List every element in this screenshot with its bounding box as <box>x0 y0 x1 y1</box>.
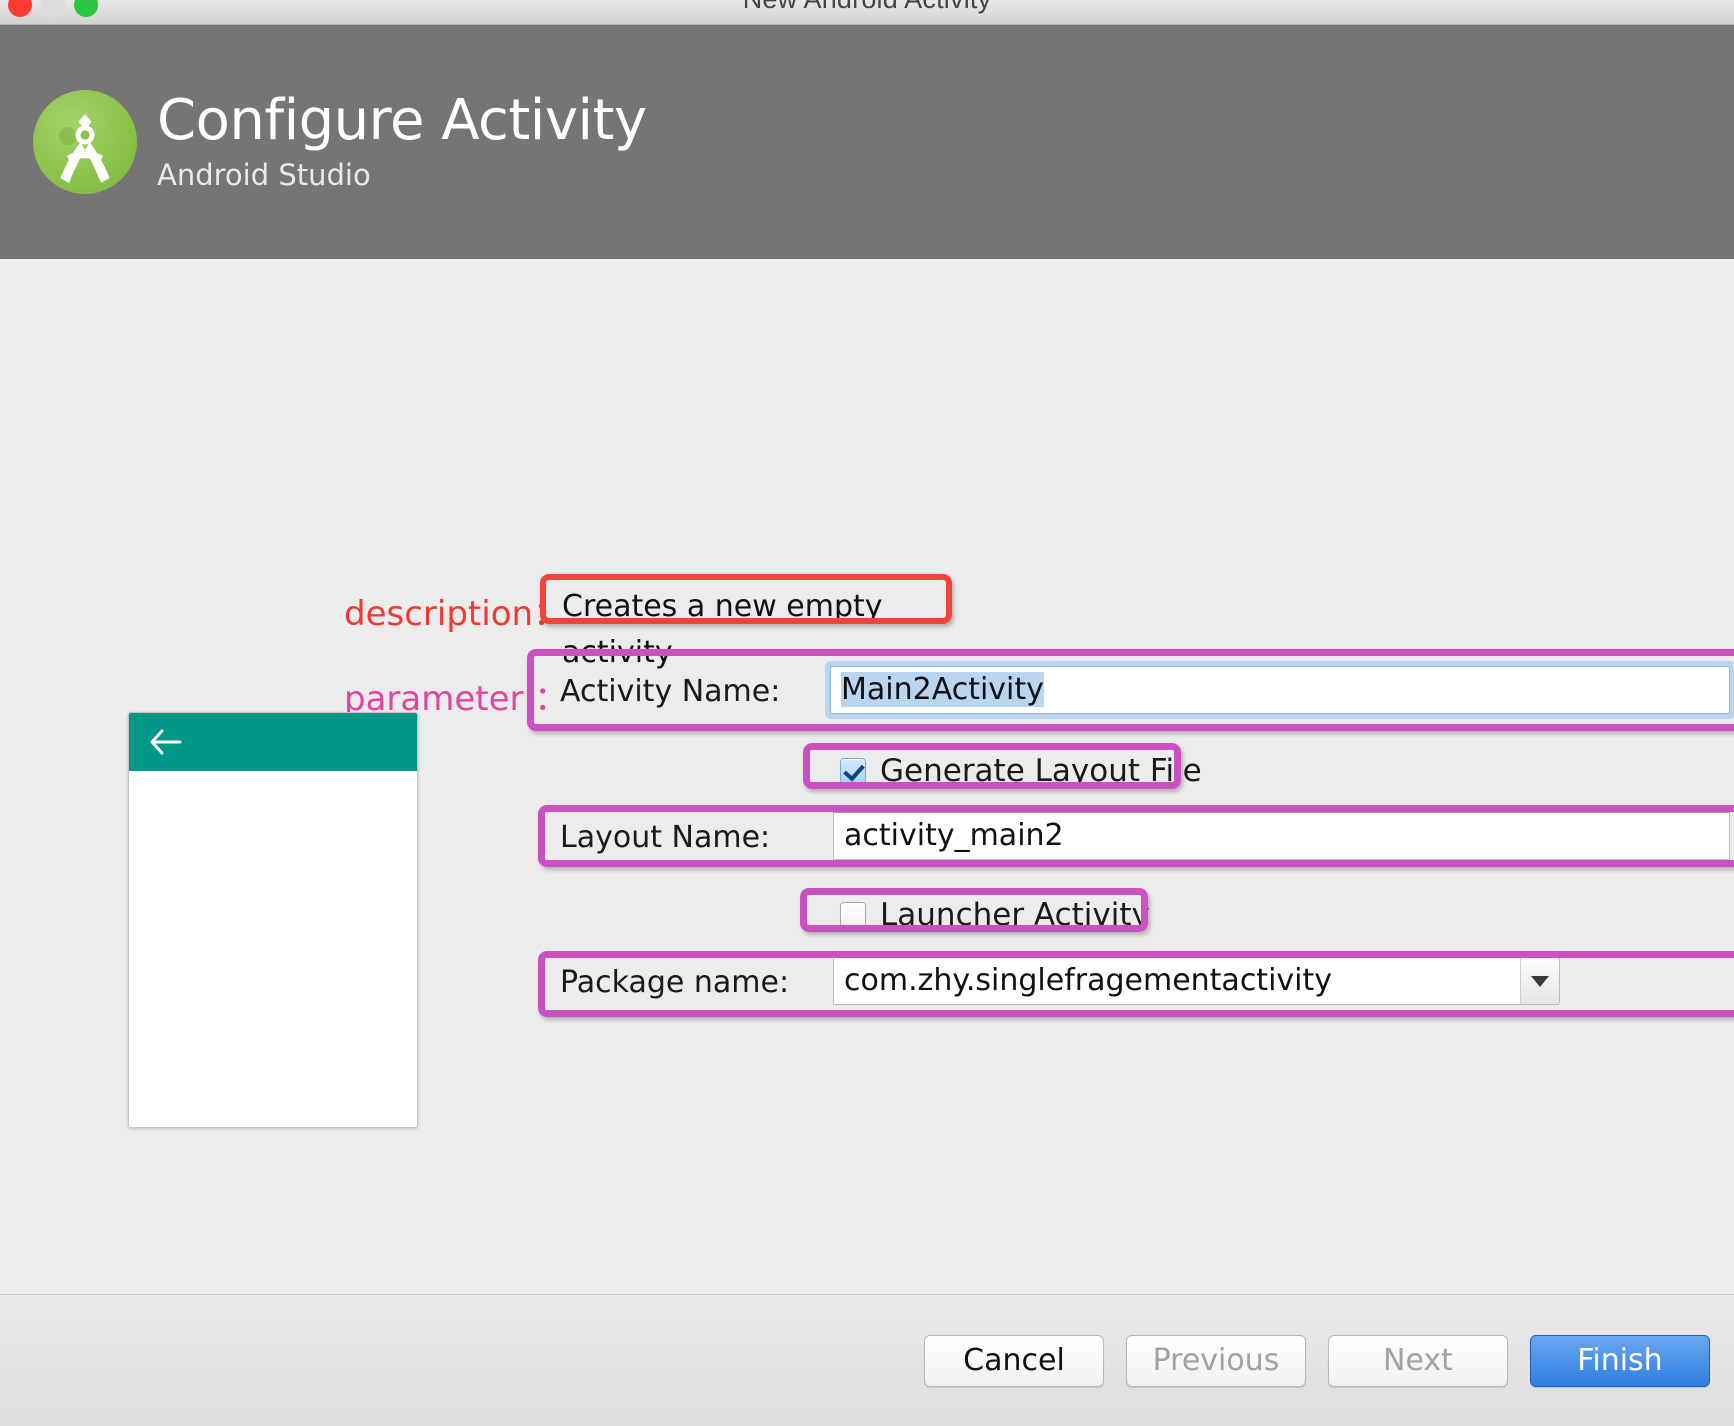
chevron-down-icon <box>1531 975 1549 987</box>
cancel-button[interactable]: Cancel <box>924 1334 1104 1387</box>
wizard-header-text: Configure Activity Android Studio <box>157 87 647 193</box>
finish-button[interactable]: Finish <box>1530 1334 1710 1387</box>
activity-name-value: Main2Activity <box>841 672 1044 707</box>
package-name-input[interactable]: com.zhy.singlefragementactivity <box>833 957 1520 1005</box>
generate-layout-file-checkbox[interactable] <box>840 758 866 784</box>
description-value: Creates a new empty activity <box>552 584 942 670</box>
next-button[interactable]: Next <box>1328 1334 1508 1387</box>
layout-name-label: Layout Name: <box>560 819 771 855</box>
generate-layout-file-checkbox-row[interactable]: Generate Layout File <box>840 753 1202 789</box>
window-title: New Android Activity <box>0 0 1734 15</box>
wizard-body: description： parameter ： Creates a new e… <box>0 259 1734 1426</box>
wizard-footer: Cancel Previous Next Finish <box>0 1294 1734 1426</box>
layout-name-row: Layout Name: <box>560 813 770 861</box>
activity-name-input[interactable]: Main2Activity <box>830 666 1730 714</box>
android-studio-logo-icon <box>33 90 137 194</box>
page-title: Configure Activity <box>157 87 647 153</box>
package-name-dropdown-button[interactable] <box>1520 957 1560 1005</box>
configure-activity-form: Creates a new empty activity Activity Na… <box>0 259 1734 1426</box>
package-name-row: Package name: <box>560 958 789 1006</box>
package-name-label: Package name: <box>560 964 790 1000</box>
activity-name-row: Activity Name: <box>560 667 780 715</box>
page-subtitle: Android Studio <box>157 158 371 193</box>
generate-layout-file-label: Generate Layout File <box>880 753 1202 789</box>
layout-name-input[interactable]: activity_main2 <box>833 812 1730 860</box>
launcher-activity-checkbox[interactable] <box>840 902 866 928</box>
launcher-activity-label: Launcher Activity <box>880 897 1150 933</box>
new-android-activity-window: New Android Activity Configure Activity … <box>0 0 1734 1426</box>
wizard-header: Configure Activity Android Studio <box>0 25 1734 259</box>
previous-button[interactable]: Previous <box>1126 1334 1306 1387</box>
window-titlebar: New Android Activity <box>0 0 1734 25</box>
launcher-activity-checkbox-row[interactable]: Launcher Activity <box>840 897 1150 933</box>
activity-name-label: Activity Name: <box>560 673 781 709</box>
